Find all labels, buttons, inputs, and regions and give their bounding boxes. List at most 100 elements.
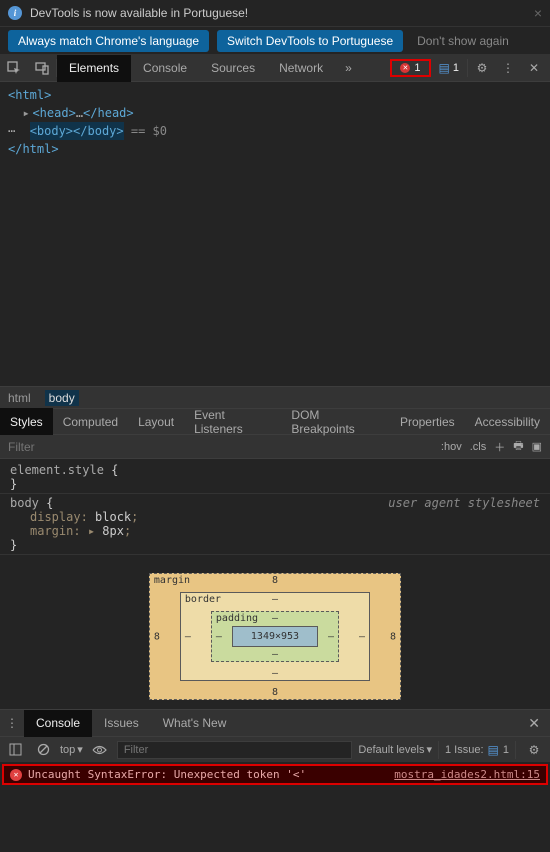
dollar-zero: == $0 [124,124,167,138]
selector[interactable]: body [10,496,39,510]
match-language-button[interactable]: Always match Chrome's language [8,30,209,52]
tab-elements[interactable]: Elements [57,55,131,82]
drawer-tab-whatsnew[interactable]: What's New [151,710,239,737]
style-rule[interactable]: user agent stylesheet body { display: bl… [0,494,550,555]
dom-node[interactable]: <head> [32,106,75,120]
issue-badge[interactable]: ▤1 [433,59,465,77]
cls-toggle[interactable]: .cls [470,441,487,453]
drawer-tabs: ⋮ Console Issues What's New ✕ [0,709,550,736]
chevron-down-icon: ▾ [426,743,432,756]
divider [515,741,516,759]
chevron-down-icon: ▾ [77,743,83,756]
divider [467,59,468,77]
divider [438,741,439,759]
prop-name[interactable]: display [30,510,81,524]
styles-tabs: Styles Computed Layout Event Listeners D… [0,408,550,435]
kebab-icon[interactable]: ⋮ [496,56,520,80]
prop-name[interactable]: margin [30,524,73,538]
panel-icon[interactable]: ▣ [532,440,542,453]
ua-label: user agent stylesheet [388,496,540,510]
device-icon[interactable] [28,55,56,82]
drawer-close-icon[interactable]: ✕ [518,715,550,732]
box-model[interactable]: margin 8 8 8 8 border – – – – padding – … [0,564,550,709]
prop-value[interactable]: 8px [102,524,124,538]
selection-dots: ⋯ [8,124,15,138]
console-body: ✕ Uncaught SyntaxError: Unexpected token… [0,762,550,792]
styles-tab-properties[interactable]: Properties [390,408,465,435]
dont-show-button[interactable]: Don't show again [411,30,515,52]
styles-pane: element.style {} user agent stylesheet b… [0,459,550,564]
info-icon: i [8,6,22,20]
issues-link[interactable]: 1 Issue: ▤1 [445,743,509,757]
notification-buttons: Always match Chrome's language Switch De… [0,27,550,55]
console-filter-input[interactable] [117,741,353,759]
drawer-tab-issues[interactable]: Issues [92,710,151,737]
dom-tree[interactable]: <html> ▸<head>…</head> ⋯ <body></body> =… [0,82,550,386]
breadcrumb-item[interactable]: html [8,391,31,405]
more-tabs-icon[interactable]: » [335,61,362,75]
notification-bar: i DevTools is now available in Portugues… [0,0,550,27]
breadcrumb: html body [0,386,550,408]
expand-icon[interactable]: ▸ [88,524,95,538]
eye-icon[interactable] [89,739,111,761]
error-count: 1 [414,62,420,74]
close-devtools-icon[interactable]: ✕ [522,56,546,80]
drawer-kebab-icon[interactable]: ⋮ [0,711,24,735]
drawer-tab-console[interactable]: Console [24,710,92,737]
console-toolbar: top ▾ Default levels ▾ 1 Issue: ▤1 ⚙ [0,736,550,762]
styles-filter-tools: :hov .cls ＋ 🖶 ▣ [433,437,550,456]
breadcrumb-item-active[interactable]: body [45,390,79,406]
dom-node[interactable]: </head> [83,106,134,120]
styles-tab-computed[interactable]: Computed [53,408,128,435]
expand-icon[interactable]: ▸ [22,104,32,122]
inspect-icon[interactable] [0,55,28,82]
context-selector[interactable]: top ▾ [60,743,83,756]
main-tabs: Elements Console Sources Network » [57,55,390,82]
dom-node[interactable]: <html> [8,88,51,102]
hov-toggle[interactable]: :hov [441,441,462,453]
close-icon[interactable]: × [534,5,542,21]
levels-selector[interactable]: Default levels ▾ [358,743,432,756]
error-source-link[interactable]: mostra_idades2.html:15 [394,768,540,781]
console-sidebar-icon[interactable] [4,739,26,761]
error-icon: ✕ [10,769,22,781]
styles-filter-input[interactable] [0,440,433,454]
padding-label: padding [216,613,258,624]
styles-tab-layout[interactable]: Layout [128,408,184,435]
add-rule-icon[interactable]: ＋ [494,439,505,455]
console-error-line[interactable]: ✕ Uncaught SyntaxError: Unexpected token… [2,764,548,785]
ellipsis: … [76,106,83,120]
styles-tab-dom-bp[interactable]: DOM Breakpoints [281,408,390,435]
console-gear-icon[interactable]: ⚙ [522,738,546,762]
box-border[interactable]: border – – – – padding – – – – 1349×953 [180,592,370,681]
clear-console-icon[interactable] [32,739,54,761]
issue-icon: ▤ [488,743,499,757]
error-badge[interactable]: ✕1 [390,59,430,77]
error-dot-icon: ✕ [400,63,410,73]
selector[interactable]: element.style [10,463,104,477]
notification-text: DevTools is now available in Portuguese! [30,6,248,20]
tab-console[interactable]: Console [131,55,199,82]
error-message: Uncaught SyntaxError: Unexpected token '… [28,768,306,781]
prop-value[interactable]: block [95,510,131,524]
box-padding[interactable]: padding – – – – 1349×953 [211,611,339,662]
style-rule[interactable]: element.style {} [0,461,550,494]
border-label: border [185,594,221,605]
dom-node[interactable]: </html> [8,142,59,156]
box-margin[interactable]: margin 8 8 8 8 border – – – – padding – … [149,573,401,700]
gear-icon[interactable]: ⚙ [470,56,494,80]
box-content[interactable]: 1349×953 [232,626,318,647]
styles-tab-styles[interactable]: Styles [0,408,53,435]
dom-node-selected[interactable]: </body> [73,124,124,138]
margin-label: margin [154,575,190,586]
tab-network[interactable]: Network [267,55,335,82]
styles-filter-row: :hov .cls ＋ 🖶 ▣ [0,435,550,459]
print-icon[interactable]: 🖶 [513,437,523,456]
styles-tab-listeners[interactable]: Event Listeners [184,408,281,435]
switch-language-button[interactable]: Switch DevTools to Portuguese [217,30,403,52]
toolbar-right: ✕1 ▤1 ⚙ ⋮ ✕ [390,56,550,80]
dom-node-selected[interactable]: <body> [30,124,73,138]
main-toolbar: Elements Console Sources Network » ✕1 ▤1… [0,55,550,82]
tab-sources[interactable]: Sources [199,55,267,82]
styles-tab-accessibility[interactable]: Accessibility [465,408,550,435]
